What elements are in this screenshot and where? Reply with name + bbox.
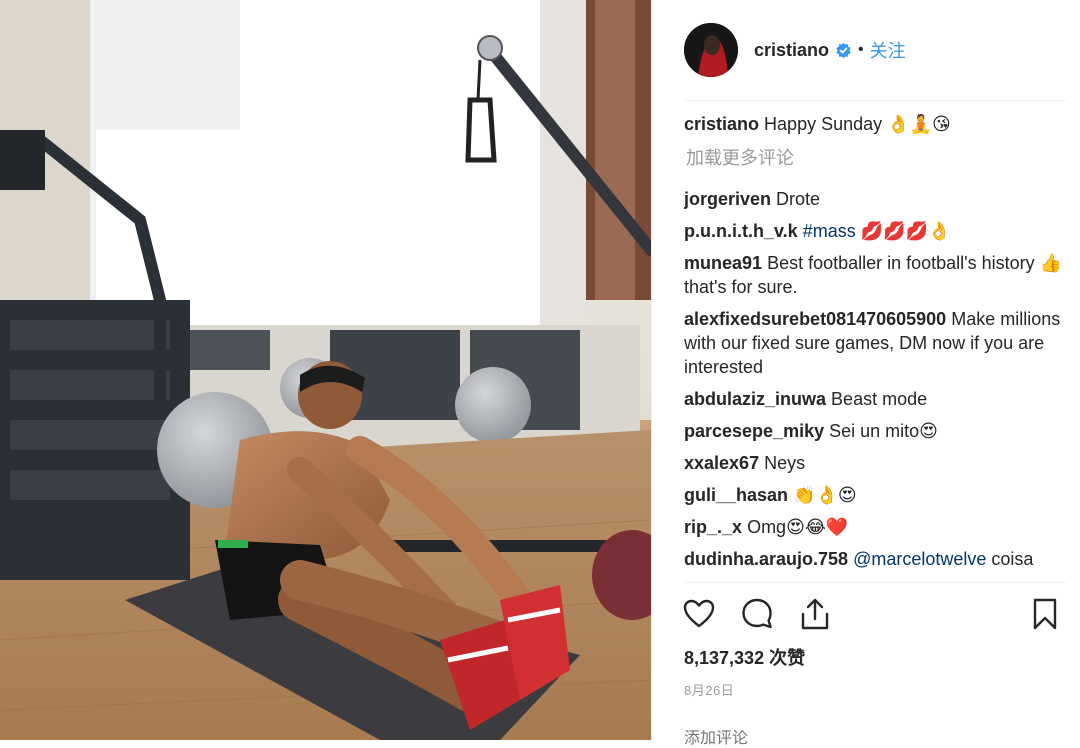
comment-username[interactable]: p.u.n.i.t.h_v.k [684,221,798,241]
comment-item: xxalex67 Neys [684,451,1066,475]
comment-item: rip_._x Omg😍😂❤️ [684,515,1066,539]
bookmark-icon[interactable] [1028,597,1062,631]
caption-text: Happy Sunday 👌🧘😘 [764,114,951,134]
comment-username[interactable]: rip_._x [684,517,742,537]
comment-username[interactable]: alexfixedsurebet081470605900 [684,309,946,329]
comment-text: Beast mode [831,389,928,409]
gym-photo [0,0,651,740]
post-actions [682,594,1062,634]
comment-item: p.u.n.i.t.h_v.k #mass 💋💋💋👌 [684,219,1066,243]
post-side-panel: cristiano • 关注 cristiano Happy Sunday 👌🧘… [651,0,1080,748]
header-separator: • [858,41,864,58]
comment-item: jorgeriven Drote [684,187,1066,211]
actions-divider [684,582,1066,583]
comment-icon[interactable] [740,597,774,631]
likes-count[interactable]: 8,137,332 次赞 [684,644,805,670]
comment-username[interactable]: jorgeriven [684,189,771,209]
comment-item: guli__hasan 👏👌😍 [684,483,1066,507]
comment-item: parcesepe_miky Sei un mito😍 [684,419,1066,443]
comment-username[interactable]: parcesepe_miky [684,421,824,441]
share-icon[interactable] [798,597,832,631]
instagram-post: cristiano • 关注 cristiano Happy Sunday 👌🧘… [0,0,1080,748]
post-header: cristiano • 关注 [684,20,1066,80]
likes-number: 8,137,332 [684,648,765,668]
comment-text: 💋💋💋👌 [855,221,951,241]
verified-badge-icon [835,42,852,59]
follow-button[interactable]: 关注 [870,37,906,63]
comments-list[interactable]: cristiano Happy Sunday 👌🧘😘 加载更多评论 jorger… [684,112,1066,582]
comment-text: Neys [764,453,806,473]
caption-username[interactable]: cristiano [684,114,759,134]
comment-username[interactable]: xxalex67 [684,453,759,473]
post-date: 8月26日 [684,683,735,698]
comment-hashtag-link[interactable]: #mass [803,221,856,241]
comment-item: abdulaziz_inuwa Beast mode [684,387,1066,411]
post-caption: cristiano Happy Sunday 👌🧘😘 [684,112,1066,136]
comment-item: munea91 Best footballer in football's hi… [684,251,1066,299]
comment-text: coisa [986,549,1034,569]
comment-username[interactable]: guli__hasan [684,485,788,505]
post-photo[interactable] [0,0,651,740]
comment-username[interactable]: dudinha.araujo.758 [684,549,848,569]
header-username[interactable]: cristiano [754,40,829,61]
comment-mention-link[interactable]: @marcelotwelve [853,549,986,569]
comment-text: 👏👌😍 [793,485,857,505]
avatar[interactable] [684,23,738,77]
header-divider [684,100,1066,101]
heart-icon[interactable] [682,597,716,631]
avatar-image [684,23,738,77]
comment-username[interactable]: abdulaziz_inuwa [684,389,826,409]
comment-text: Omg😍😂❤️ [747,517,849,537]
load-more-comments-button[interactable]: 加载更多评论 [686,146,1066,170]
comment-item: dudinha.araujo.758 @marcelotwelve coisa [684,547,1066,571]
comment-username[interactable]: munea91 [684,253,762,273]
add-comment-input[interactable] [684,730,1064,748]
likes-unit: 次赞 [764,648,806,668]
comment-item: alexfixedsurebet081470605900 Make millio… [684,307,1066,379]
comment-text: Sei un mito😍 [829,421,938,441]
comment-text: Drote [776,189,821,209]
